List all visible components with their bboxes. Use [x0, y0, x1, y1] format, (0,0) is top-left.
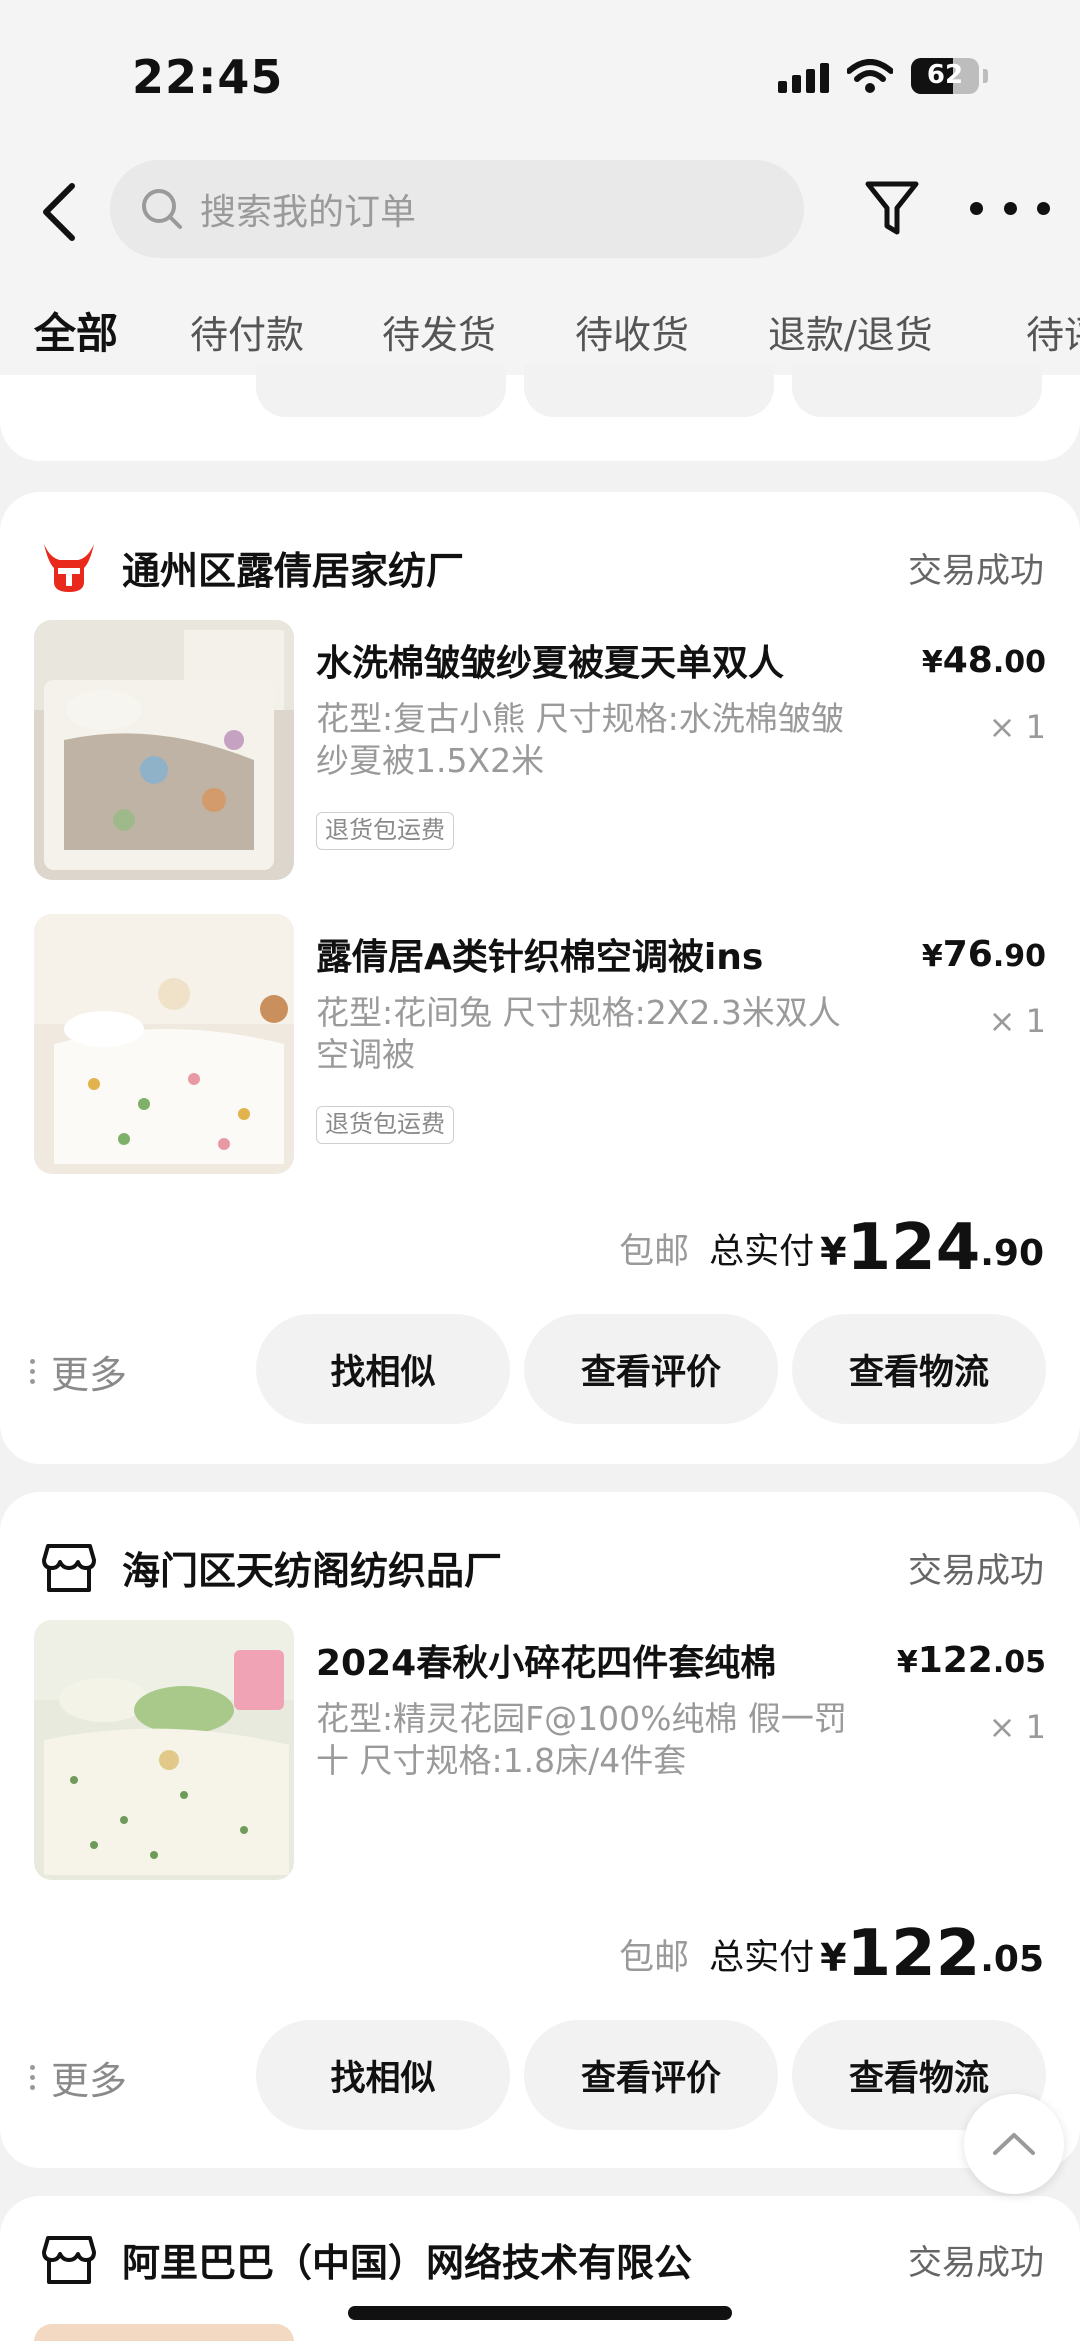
- product-quantity: × 1: [988, 1002, 1046, 1040]
- order-card: 海门区天纺阁纺织品厂 交易成功 2024春秋小碎花四件套纯棉 花型:精灵花园F@: [0, 1492, 1080, 2168]
- product-spec: 花型:花间兔 尺寸规格:2X2.3米双人空调被: [316, 993, 841, 1074]
- order-total: 包邮 总实付 ¥ 124 .90: [619, 1211, 1044, 1285]
- product-price: ¥76.90: [921, 934, 1046, 975]
- tab-all[interactable]: 全部: [34, 300, 118, 361]
- return-shipping-badge: 退货包运费: [316, 812, 454, 850]
- store-icon: [42, 1544, 96, 1592]
- shop-header[interactable]: 海门区天纺阁纺织品厂 交易成功: [40, 1532, 1044, 1602]
- tab-pending-receipt[interactable]: 待收货: [575, 304, 689, 359]
- vertical-dots-icon: [30, 1359, 35, 1384]
- product-title: 2024春秋小碎花四件套纯棉: [316, 1643, 777, 1684]
- product-spec: 花型:复古小熊 尺寸规格:水洗棉皱皱纱夏被1.5X2米: [316, 699, 844, 780]
- order-total: 包邮 总实付 ¥ 122 .05: [619, 1917, 1044, 1991]
- product-price: ¥48.00: [921, 640, 1046, 681]
- product-image: [34, 2324, 294, 2341]
- product-price: ¥122.05: [896, 1640, 1046, 1681]
- search-placeholder: 搜索我的订单: [200, 192, 417, 233]
- order-item[interactable]: 露倩居A类针织棉空调被ins 花型:花间兔 尺寸规格:2X2.3米双人空调被 退…: [34, 914, 1046, 1174]
- wifi-icon: [847, 59, 893, 93]
- free-shipping-label: 包邮: [619, 1232, 690, 1272]
- chevron-up-icon: [993, 2133, 1035, 2155]
- cellular-signal-icon: [778, 59, 829, 93]
- product-image: [34, 620, 294, 880]
- product-title: 水洗棉皱皱纱夏被夏天单双人: [316, 643, 785, 684]
- search-icon: [142, 189, 182, 229]
- return-shipping-badge: 退货包运费: [316, 1106, 454, 1144]
- free-shipping-label: 包邮: [619, 1938, 690, 1978]
- total-paid-label: 总实付: [709, 1232, 815, 1272]
- vertical-dots-icon: [30, 2065, 35, 2090]
- shop-header[interactable]: 通州区露倩居家纺厂 交易成功: [40, 532, 1044, 602]
- view-logistics-button[interactable]: 查看物流: [792, 1314, 1046, 1424]
- shop-header[interactable]: 阿里巴巴（中国）网络技术有限公 交易成功: [40, 2224, 1044, 2294]
- filter-icon[interactable]: [862, 176, 922, 240]
- tab-refund-return[interactable]: 退款/退货: [768, 304, 933, 359]
- total-paid-label: 总实付: [709, 1938, 815, 1978]
- header: 搜索我的订单 全部 待付款 待发货 待收货 退款/退货 待评价: [0, 150, 1080, 390]
- total-amount: 124: [846, 1211, 981, 1285]
- status-bar: 22:45 62: [0, 0, 1080, 150]
- search-input[interactable]: 搜索我的订单: [110, 160, 804, 258]
- order-status: 交易成功: [908, 2242, 1044, 2283]
- order-status: 交易成功: [908, 1550, 1044, 1591]
- shop-name: 阿里巴巴（中国）网络技术有限公: [122, 2240, 693, 2285]
- product-title: 露倩居A类针织棉空调被ins: [316, 937, 764, 978]
- order-item[interactable]: 水洗棉皱皱纱夏被夏天单双人 花型:复古小熊 尺寸规格:水洗棉皱皱纱夏被1.5X2…: [34, 620, 1046, 880]
- shop-name: 海门区天纺阁纺织品厂: [122, 1548, 503, 1593]
- more-options-icon[interactable]: [970, 198, 1050, 218]
- scroll-to-top-button[interactable]: [964, 2094, 1064, 2194]
- product-image: [34, 1620, 294, 1880]
- order-card: 通州区露倩居家纺厂 交易成功 水洗棉皱皱纱夏被夏天单双人 花型:复古小熊 尺寸规…: [0, 492, 1080, 1464]
- tab-pending-shipment[interactable]: 待发货: [382, 304, 496, 359]
- order-actions: 更多 找相似 查看评价 查看物流: [0, 2020, 1080, 2130]
- order-actions: 更多 找相似 查看评价 查看物流: [0, 1314, 1080, 1424]
- more-actions-link[interactable]: 更多: [30, 2050, 127, 2105]
- order-status: 交易成功: [908, 550, 1044, 591]
- battery-icon: 62: [911, 58, 979, 94]
- status-icons: 62: [778, 58, 988, 94]
- view-review-button[interactable]: 查看评价: [524, 2020, 778, 2130]
- tmall-logo-icon: [44, 544, 94, 592]
- product-quantity: × 1: [988, 708, 1046, 746]
- store-icon: [42, 2236, 96, 2284]
- battery-level: 62: [926, 60, 964, 90]
- tab-pending-payment[interactable]: 待付款: [190, 304, 304, 359]
- total-amount: 122: [846, 1917, 981, 1991]
- product-image: [34, 914, 294, 1174]
- home-indicator[interactable]: [348, 2306, 732, 2320]
- shop-name: 通州区露倩居家纺厂: [122, 548, 465, 593]
- product-spec: 花型:精灵花园F@100%纯棉 假一罚十 尺寸规格:1.8床/4件套: [316, 1699, 847, 1780]
- product-quantity: × 1: [988, 1708, 1046, 1746]
- status-time: 22:45: [132, 50, 284, 104]
- previous-order-card: [0, 365, 1080, 461]
- back-icon[interactable]: [36, 180, 92, 244]
- tab-pending-review[interactable]: 待评价: [1026, 304, 1080, 359]
- more-actions-link[interactable]: 更多: [30, 1344, 127, 1399]
- find-similar-button[interactable]: 找相似: [256, 1314, 510, 1424]
- view-review-button[interactable]: 查看评价: [524, 1314, 778, 1424]
- order-item[interactable]: 2024春秋小碎花四件套纯棉 花型:精灵花园F@100%纯棉 假一罚十 尺寸规格…: [34, 1620, 1046, 1880]
- find-similar-button[interactable]: 找相似: [256, 2020, 510, 2130]
